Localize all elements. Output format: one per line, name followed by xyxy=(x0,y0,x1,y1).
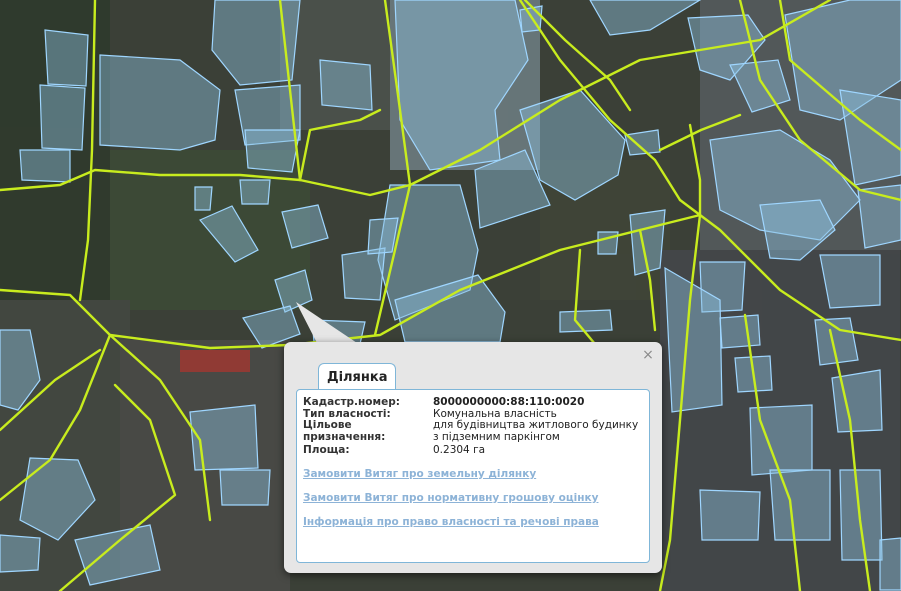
parcel-info-panel: Кадастр.номер: 8000000000:88:110:0020 Ти… xyxy=(296,389,650,563)
field-area: Площа: 0.2304 га xyxy=(303,444,643,457)
field-value: 0.2304 га xyxy=(433,444,486,456)
field-purpose: Цільове призначення: для будівництва жит… xyxy=(303,419,643,443)
parcel-info-popup: × Ділянка Кадастр.номер: 8000000000:88:1… xyxy=(284,342,662,573)
order-valuation-extract-link[interactable]: Замовити Витяг про нормативну грошову оц… xyxy=(303,492,598,504)
close-icon[interactable]: × xyxy=(641,348,655,362)
order-land-extract-link[interactable]: Замовити Витяг про земельну ділянку xyxy=(303,468,536,480)
parcel-attributes: Кадастр.номер: 8000000000:88:110:0020 Ти… xyxy=(303,396,643,457)
field-value: для будівництва житлового будинку з підз… xyxy=(433,419,639,443)
ownership-rights-info-link[interactable]: Інформація про право власності та речові… xyxy=(303,516,599,528)
field-label: Цільове призначення: xyxy=(303,419,386,443)
field-label: Площа: xyxy=(303,444,350,456)
tab-parcel[interactable]: Ділянка xyxy=(318,363,397,391)
field-value: 8000000000:88:110:0020 xyxy=(433,396,585,408)
field-cadastral-number: Кадастр.номер: 8000000000:88:110:0020 xyxy=(303,396,643,409)
field-label: Кадастр.номер: xyxy=(303,396,400,408)
